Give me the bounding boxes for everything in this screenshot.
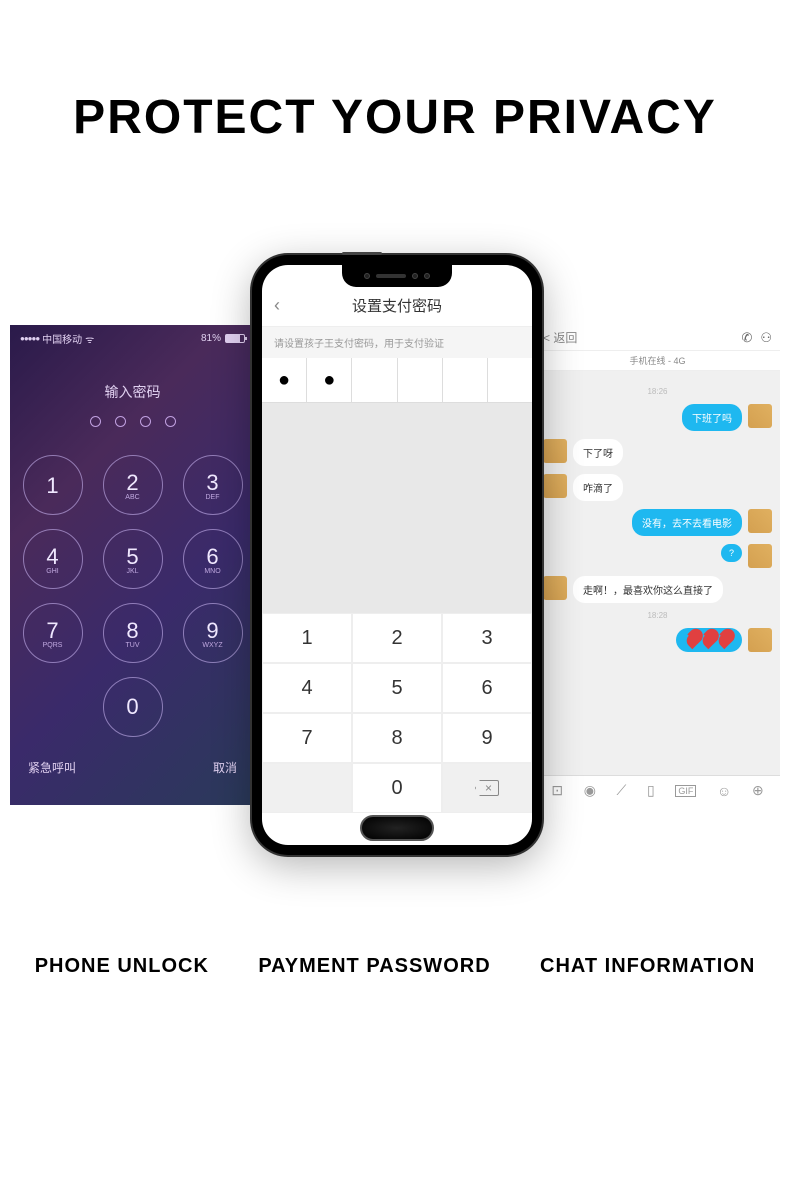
key-5[interactable]: 5JKL bbox=[103, 529, 163, 589]
numkey-1[interactable]: 1 bbox=[262, 613, 352, 663]
back-link[interactable]: < 返回 bbox=[543, 329, 577, 346]
pin-input[interactable]: ● ● bbox=[262, 358, 532, 403]
numkey-empty bbox=[262, 763, 352, 813]
phones-container: ●●●●● 中国移动 ᯤ 81% 输入密码 1 2ABC 3DEF 4GHI 5… bbox=[0, 255, 790, 895]
avatar[interactable] bbox=[543, 576, 567, 600]
battery-icon bbox=[225, 334, 245, 343]
pin-digit bbox=[398, 358, 443, 402]
avatar[interactable] bbox=[543, 474, 567, 498]
avatar[interactable] bbox=[748, 628, 772, 652]
image-icon[interactable]: ⊡ bbox=[551, 782, 563, 799]
key-6[interactable]: 6MNO bbox=[183, 529, 243, 589]
signal-dots-icon: ●●●●● bbox=[20, 334, 39, 343]
timestamp: 18:28 bbox=[543, 611, 772, 620]
heart-emoji-bubble bbox=[676, 628, 742, 652]
message-out: 没有，去不去看电影 bbox=[543, 509, 772, 536]
message-out-hearts bbox=[543, 628, 772, 652]
voice-icon[interactable]: ⟋ bbox=[617, 782, 627, 799]
pin-digit bbox=[443, 358, 488, 402]
home-button[interactable] bbox=[360, 815, 434, 841]
key-7[interactable]: 7PQRS bbox=[23, 603, 83, 663]
label-unlock: PHONE UNLOCK bbox=[35, 955, 209, 978]
numkey-3[interactable]: 3 bbox=[442, 613, 532, 663]
numkey-6[interactable]: 6 bbox=[442, 663, 532, 713]
message-out: 下班了吗 bbox=[543, 404, 772, 431]
cancel-link[interactable]: 取消 bbox=[213, 759, 237, 776]
message-out: ? bbox=[543, 544, 772, 568]
spacer bbox=[262, 403, 532, 613]
camera-icon[interactable]: ◉ bbox=[584, 782, 596, 799]
numpad: 1 2 3 4 5 6 7 8 9 0 bbox=[262, 613, 532, 813]
numkey-5[interactable]: 5 bbox=[352, 663, 442, 713]
carrier-label: 中国移动 bbox=[42, 331, 82, 346]
message-in: 咋滴了 bbox=[543, 474, 772, 501]
avatar[interactable] bbox=[748, 509, 772, 533]
phone-screen: ‹ 设置支付密码 请设置孩子王支付密码，用于支付验证 ● ● 1 2 3 bbox=[262, 265, 532, 845]
timestamp: 18:26 bbox=[543, 387, 772, 396]
label-chat: CHAT INFORMATION bbox=[540, 955, 755, 978]
heart-icon bbox=[684, 631, 702, 649]
plus-icon[interactable]: ⊕ bbox=[752, 782, 764, 799]
status-subtitle: 手机在线 - 4G bbox=[535, 351, 780, 371]
gif-icon[interactable]: GIF bbox=[675, 785, 696, 797]
numkey-7[interactable]: 7 bbox=[262, 713, 352, 763]
phone-frame: ‹ 设置支付密码 请设置孩子王支付密码，用于支付验证 ● ● 1 2 3 bbox=[252, 255, 542, 855]
profile-icon[interactable]: ⚇ bbox=[760, 330, 772, 346]
phone-icon[interactable]: ✆ bbox=[741, 330, 752, 346]
pin-digit: ● bbox=[307, 358, 352, 402]
backspace-icon bbox=[475, 780, 499, 796]
numkey-9[interactable]: 9 bbox=[442, 713, 532, 763]
lock-keypad: 1 2ABC 3DEF 4GHI 5JKL 6MNO 7PQRS 8TUV 9W… bbox=[10, 455, 255, 737]
numkey-delete[interactable] bbox=[442, 763, 532, 813]
numkey-4[interactable]: 4 bbox=[262, 663, 352, 713]
heart-icon bbox=[700, 631, 718, 649]
pin-digit bbox=[488, 358, 532, 402]
phone-notch bbox=[342, 265, 452, 287]
key-1[interactable]: 1 bbox=[23, 455, 83, 515]
chat-screen: < 返回 ✆ ⚇ 手机在线 - 4G 18:26 下班了吗 下了呀 咋滴了 没有… bbox=[535, 325, 780, 805]
heart-icon bbox=[716, 631, 734, 649]
pin-digit: ● bbox=[262, 358, 307, 402]
status-bar: ●●●●● 中国移动 ᯤ 81% bbox=[10, 325, 255, 352]
lock-screen: ●●●●● 中国移动 ᯤ 81% 输入密码 1 2ABC 3DEF 4GHI 5… bbox=[10, 325, 255, 805]
payment-title: 设置支付密码 bbox=[274, 295, 520, 316]
main-title: PROTECT YOUR PRIVACY bbox=[0, 90, 790, 145]
battery-pct: 81% bbox=[201, 333, 221, 344]
chat-header: < 返回 ✆ ⚇ bbox=[535, 325, 780, 351]
redpacket-icon[interactable]: ▯ bbox=[647, 782, 655, 799]
message-in: 下了呀 bbox=[543, 439, 772, 466]
lock-title: 输入密码 bbox=[10, 382, 255, 402]
emoji-icon[interactable]: ☺ bbox=[717, 783, 731, 799]
emergency-call-link[interactable]: 紧急呼叫 bbox=[28, 759, 76, 776]
avatar[interactable] bbox=[543, 439, 567, 463]
input-toolbar: ⊡ ◉ ⟋ ▯ GIF ☺ ⊕ bbox=[535, 775, 780, 805]
wifi-icon: ᯤ bbox=[85, 332, 94, 346]
feature-labels: PHONE UNLOCK PAYMENT PASSWORD CHAT INFOR… bbox=[0, 955, 790, 978]
key-3[interactable]: 3DEF bbox=[183, 455, 243, 515]
numkey-0[interactable]: 0 bbox=[352, 763, 442, 813]
avatar[interactable] bbox=[748, 544, 772, 568]
message-in: 走啊！，最喜欢你这么直接了 bbox=[543, 576, 772, 603]
key-9[interactable]: 9WXYZ bbox=[183, 603, 243, 663]
avatar[interactable] bbox=[748, 404, 772, 428]
key-0[interactable]: 0 bbox=[103, 677, 163, 737]
key-4[interactable]: 4GHI bbox=[23, 529, 83, 589]
label-payment: PAYMENT PASSWORD bbox=[258, 955, 490, 978]
key-2[interactable]: 2ABC bbox=[103, 455, 163, 515]
key-8[interactable]: 8TUV bbox=[103, 603, 163, 663]
numkey-8[interactable]: 8 bbox=[352, 713, 442, 763]
payment-subtitle: 请设置孩子王支付密码，用于支付验证 bbox=[262, 327, 532, 358]
pin-digit bbox=[352, 358, 397, 402]
payment-phone: ‹ 设置支付密码 请设置孩子王支付密码，用于支付验证 ● ● 1 2 3 bbox=[252, 255, 542, 855]
pin-indicator bbox=[10, 416, 255, 427]
numkey-2[interactable]: 2 bbox=[352, 613, 442, 663]
